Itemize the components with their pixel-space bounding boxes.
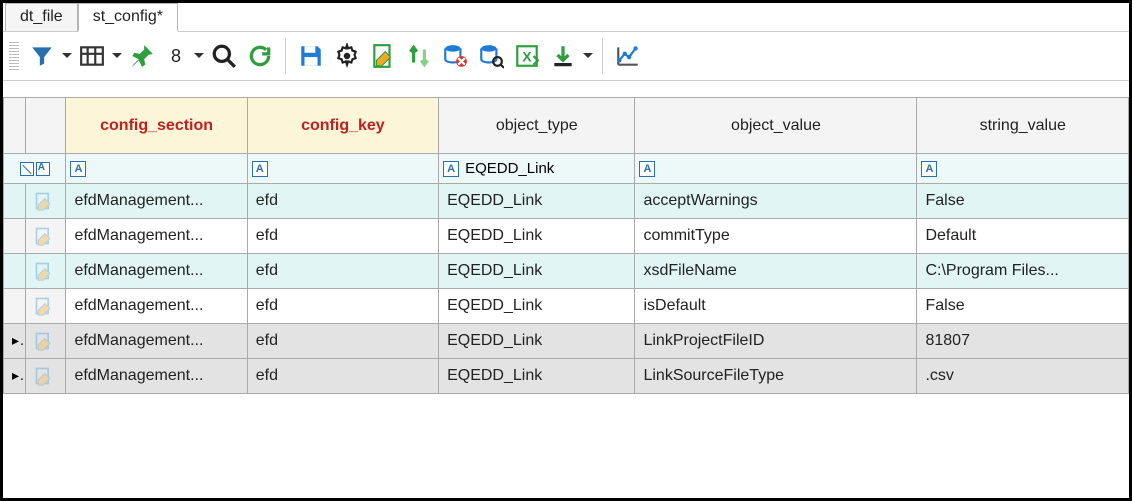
row-handle[interactable] [4,359,26,394]
db-delete-icon[interactable] [438,39,472,73]
filter-mode-icon[interactable]: A [70,161,86,177]
cell-config-key[interactable]: efd [247,324,438,359]
header-blank-1 [4,98,26,154]
filter-object-type[interactable] [463,159,630,178]
cell-config-key[interactable]: efd [247,254,438,289]
cell-object-value[interactable]: isDefault [635,289,917,324]
cell-config-section[interactable]: efdManagement... [66,289,247,324]
edit-row-icon[interactable] [26,184,66,219]
cell-object-value[interactable]: commitType [635,219,917,254]
cell-string-value[interactable]: 81807 [917,324,1129,359]
download-icon[interactable] [546,39,580,73]
edit-row-icon[interactable] [26,219,66,254]
filter-row: A A A A A [4,154,1129,184]
data-grid: config_section config_key object_type ob… [3,97,1129,394]
chart-icon[interactable] [611,39,645,73]
cell-config-section[interactable]: efdManagement... [66,324,247,359]
cell-string-value[interactable]: .csv [917,359,1129,394]
cell-object-type[interactable]: EQEDD_Link [439,184,635,219]
cell-object-value[interactable]: LinkProjectFileID [635,324,917,359]
table-row[interactable]: efdManagement...efdEQEDD_LinkxsdFileName… [4,254,1129,289]
cell-string-value[interactable]: C:\Program Files... [917,254,1129,289]
cell-object-type[interactable]: EQEDD_Link [439,289,635,324]
gear-icon[interactable] [330,39,364,73]
cell-config-key[interactable]: efd [247,359,438,394]
filter-mode-icon[interactable]: A [252,161,268,177]
cell-config-key[interactable]: efd [247,184,438,219]
cell-config-section[interactable]: efdManagement... [66,184,247,219]
rowcount-dropdown[interactable] [193,39,205,73]
edit-row-icon[interactable] [26,289,66,324]
download-dropdown[interactable] [582,39,594,73]
toolbar-separator [285,38,286,74]
filter-mode-icon[interactable]: A [921,161,937,177]
refresh-icon[interactable] [243,39,277,73]
cell-string-value[interactable]: False [917,289,1129,324]
table-row[interactable]: efdManagement...efdEQEDD_LinkisDefaultFa… [4,289,1129,324]
filter-dropdown[interactable] [61,39,73,73]
columns-dropdown[interactable] [111,39,123,73]
edit-row-icon[interactable] [26,254,66,289]
filter-config-key[interactable] [272,159,434,178]
table-row[interactable]: efdManagement...efdEQEDD_LinkLinkSourceF… [4,359,1129,394]
sort-icon[interactable] [402,39,436,73]
toolbar-separator-2 [602,38,603,74]
tab-dt-file[interactable]: dt_file [5,3,78,31]
cell-object-type[interactable]: EQEDD_Link [439,324,635,359]
pin-icon[interactable] [125,39,159,73]
row-handle[interactable] [4,219,26,254]
filter-icon[interactable] [25,39,59,73]
db-search-icon[interactable] [474,39,508,73]
row-handle[interactable] [4,289,26,324]
toolbar: 8 X [3,32,1129,81]
row-count: 8 [161,46,191,67]
row-handle[interactable] [4,324,26,359]
tabs-bar: dt_file st_config* [3,3,1129,32]
cell-config-section[interactable]: efdManagement... [66,254,247,289]
table-row[interactable]: efdManagement...efdEQEDD_LinkacceptWarni… [4,184,1129,219]
filter-mode-icon[interactable]: A [443,161,459,177]
row-handle[interactable] [4,254,26,289]
cell-config-section[interactable]: efdManagement... [66,219,247,254]
cell-config-section[interactable]: efdManagement... [66,359,247,394]
columns-icon[interactable] [75,39,109,73]
col-string-value[interactable]: string_value [917,98,1129,154]
svg-text:X: X [522,48,532,64]
cell-string-value[interactable]: Default [917,219,1129,254]
excel-icon[interactable]: X [510,39,544,73]
filter-mode-icon[interactable]: A [639,161,655,177]
edit-doc-icon[interactable] [366,39,400,73]
cell-config-key[interactable]: efd [247,219,438,254]
filter-object-value[interactable] [659,159,912,178]
col-config-section[interactable]: config_section [66,98,247,154]
col-object-value[interactable]: object_value [635,98,917,154]
tab-st-config[interactable]: st_config* [78,3,178,32]
edit-row-icon[interactable] [26,324,66,359]
table-row[interactable]: efdManagement...efdEQEDD_LinkcommitTypeD… [4,219,1129,254]
search-icon[interactable] [207,39,241,73]
edit-row-icon[interactable] [26,359,66,394]
cell-object-type[interactable]: EQEDD_Link [439,219,635,254]
table-row[interactable]: efdManagement...efdEQEDD_LinkLinkProject… [4,324,1129,359]
window: dt_file st_config* 8 [0,0,1132,501]
cell-object-type[interactable]: EQEDD_Link [439,359,635,394]
filter-string-value[interactable] [941,159,1124,178]
cell-object-type[interactable]: EQEDD_Link [439,254,635,289]
row-handle[interactable] [4,184,26,219]
cell-object-value[interactable]: xsdFileName [635,254,917,289]
filter-config-section[interactable] [90,159,242,178]
cell-string-value[interactable]: False [917,184,1129,219]
save-icon[interactable] [294,39,328,73]
col-config-key[interactable]: config_key [247,98,438,154]
filter-row-handle[interactable] [8,162,61,176]
toolbar-grip[interactable] [9,42,19,70]
col-object-type[interactable]: object_type [439,98,635,154]
cell-object-value[interactable]: LinkSourceFileType [635,359,917,394]
header-blank-2 [26,98,66,154]
cell-config-key[interactable]: efd [247,289,438,324]
cell-object-value[interactable]: acceptWarnings [635,184,917,219]
